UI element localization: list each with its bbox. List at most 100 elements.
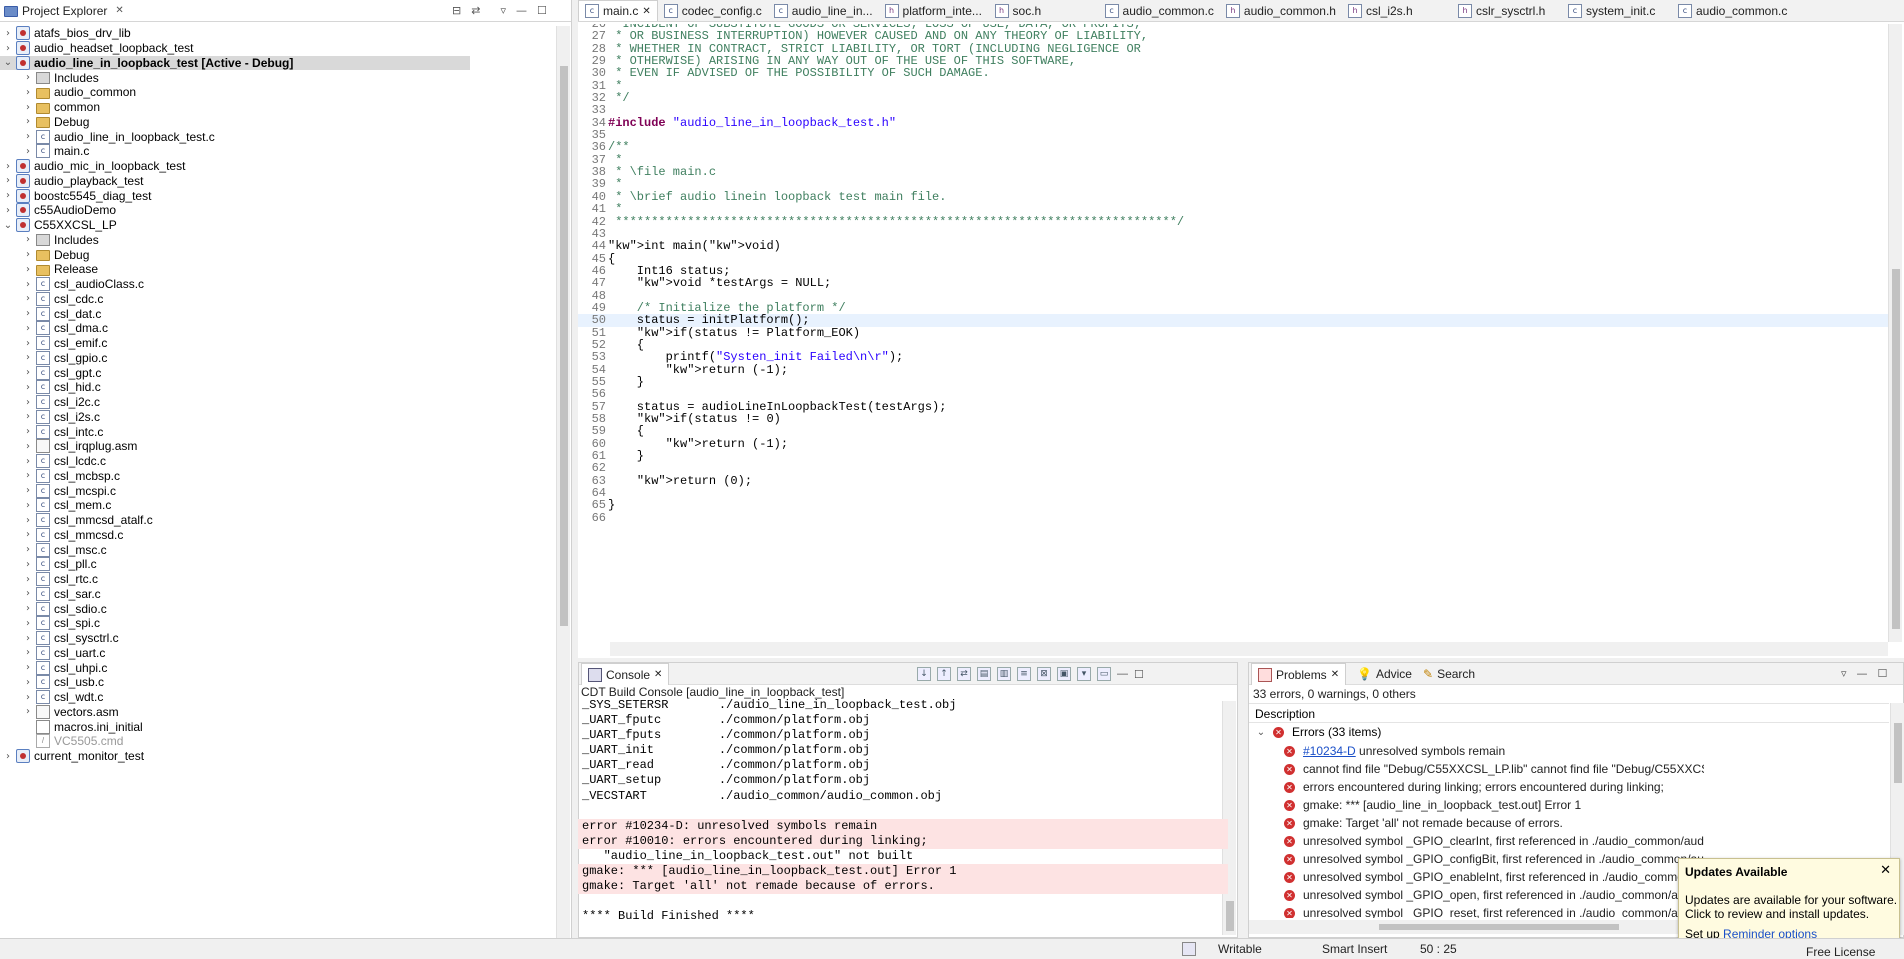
chevron-right-icon[interactable]: ›: [20, 338, 36, 349]
maximize-icon[interactable]: ☐: [1134, 668, 1144, 681]
tab-project-explorer[interactable]: Project Explorer ✕: [0, 0, 130, 21]
problems-column-header[interactable]: Description: [1249, 703, 1889, 723]
chevron-right-icon[interactable]: ›: [20, 574, 36, 585]
scroll-lock-icon[interactable]: ▥: [997, 667, 1011, 681]
tree-item[interactable]: › c csl_mmcsd.c: [0, 527, 470, 543]
chevron-right-icon[interactable]: ›: [20, 411, 36, 422]
tree-item[interactable]: › c csl_mem.c: [0, 498, 470, 513]
chevron-right-icon[interactable]: ›: [20, 131, 36, 142]
editor-hscrollbar[interactable]: [610, 642, 1888, 656]
arrow-down-icon[interactable]: ↓: [917, 667, 931, 681]
tree-item[interactable]: › audio_mic_in_loopback_test: [0, 159, 470, 174]
tree-item[interactable]: › vectors.asm: [0, 704, 470, 720]
code-editor[interactable]: 26 * INCIDENT OF SUBSTITUTE GOODS OR SERV…: [578, 24, 1888, 642]
tree-item[interactable]: › c csl_dma.c: [0, 321, 470, 336]
close-icon[interactable]: ✕: [1331, 669, 1339, 680]
errors-group[interactable]: ⌄ ✕ Errors (33 items): [1249, 723, 1889, 741]
problem-item[interactable]: ✕ #10234-D unresolved symbols remain: [1284, 742, 1704, 760]
tree-item[interactable]: / VC5505.cmd: [0, 734, 470, 749]
editor-tab[interactable]: c codec_config.c: [658, 0, 768, 21]
chevron-right-icon[interactable]: ›: [20, 515, 36, 526]
maximize-icon[interactable]: ☐: [1878, 667, 1888, 680]
editor-tab[interactable]: c system_init.c: [1562, 0, 1672, 21]
tree-item[interactable]: › c csl_pll.c: [0, 557, 470, 572]
close-icon[interactable]: ✕: [115, 5, 123, 16]
open-console-icon[interactable]: ▾: [1077, 667, 1091, 681]
editor-tab[interactable]: h csl_i2s.h: [1342, 0, 1452, 21]
chevron-right-icon[interactable]: ›: [20, 323, 36, 334]
updates-notification[interactable]: Updates Available ✕ Updates are availabl…: [1678, 858, 1900, 942]
tab-search[interactable]: ✎ Search: [1417, 663, 1481, 685]
editor-tab[interactable]: h cslr_sysctrl.h: [1452, 0, 1562, 21]
chevron-right-icon[interactable]: ›: [20, 397, 36, 408]
tree-item[interactable]: ⌄ audio_line_in_loopback_test [Active - D…: [0, 55, 470, 71]
tree-item[interactable]: › c csl_uhpi.c: [0, 660, 470, 675]
tab-console[interactable]: Console ✕: [581, 663, 670, 685]
chevron-right-icon[interactable]: ›: [20, 485, 36, 496]
tree-item[interactable]: › audio_common: [0, 85, 470, 100]
chevron-right-icon[interactable]: ›: [20, 116, 36, 127]
word-wrap-icon[interactable]: ≡: [1017, 667, 1031, 681]
chevron-right-icon[interactable]: ›: [20, 382, 36, 393]
tree-item[interactable]: › c csl_intc.c: [0, 424, 470, 439]
chevron-right-icon[interactable]: ›: [0, 43, 16, 54]
tree-item[interactable]: › current_monitor_test: [0, 749, 470, 764]
tree-item[interactable]: › c csl_wdt.c: [0, 690, 470, 705]
error-code-link[interactable]: #10234-D: [1303, 744, 1356, 758]
tree-item[interactable]: › c csl_mcbsp.c: [0, 468, 470, 484]
problem-item[interactable]: ✕ gmake: *** [audio_line_in_loopback_test…: [1284, 796, 1704, 814]
minimize-icon[interactable]: —: [1117, 668, 1128, 680]
tree-item[interactable]: › boostc5545_diag_test: [0, 188, 470, 203]
editor-scrollbar[interactable]: [1888, 24, 1902, 642]
tree-item[interactable]: › Release: [0, 262, 470, 277]
chevron-right-icon[interactable]: ›: [20, 559, 36, 570]
tree-item[interactable]: › atafs_bios_drv_lib: [0, 26, 470, 41]
tree-item[interactable]: › audio_headset_loopback_test: [0, 41, 470, 56]
explorer-scrollbar[interactable]: [556, 26, 570, 938]
problem-item[interactable]: ✕ unresolved symbol _GPIO_reset, first re…: [1284, 904, 1704, 918]
tree-item[interactable]: › c csl_i2c.c: [0, 395, 470, 410]
editor-scroll-thumb[interactable]: [1892, 269, 1900, 629]
chevron-down-icon[interactable]: ⌄: [1253, 727, 1269, 738]
problem-item[interactable]: ✕ unresolved symbol _GPIO_enableInt, firs…: [1284, 868, 1704, 886]
tree-item[interactable]: › c csl_hid.c: [0, 380, 470, 395]
tree-item[interactable]: ⌄ C55XXCSL_LP: [0, 218, 470, 233]
chevron-right-icon[interactable]: ›: [20, 72, 36, 83]
tab-advice[interactable]: 💡 Advice: [1351, 663, 1418, 685]
tree-item[interactable]: › c main.c: [0, 144, 470, 159]
tree-item[interactable]: › c csl_i2s.c: [0, 409, 470, 425]
editor-tab[interactable]: c audio_common.c: [1672, 0, 1793, 21]
tree-item[interactable]: › Debug: [0, 115, 470, 130]
tree-item[interactable]: › c csl_gpio.c: [0, 350, 470, 366]
tree-item[interactable]: macros.ini_initial: [0, 719, 470, 734]
chevron-right-icon[interactable]: ›: [20, 588, 36, 599]
chevron-right-icon[interactable]: ›: [20, 633, 36, 644]
chevron-right-icon[interactable]: ›: [20, 706, 36, 717]
problem-item[interactable]: ✕ errors encountered during linking; erro…: [1284, 778, 1704, 796]
chevron-right-icon[interactable]: ›: [20, 692, 36, 703]
problem-item[interactable]: ✕ gmake: Target 'all' not remade because …: [1284, 814, 1704, 832]
link-icon[interactable]: ⇄: [957, 667, 971, 681]
chevron-right-icon[interactable]: ›: [20, 234, 36, 245]
chevron-right-icon[interactable]: ›: [20, 87, 36, 98]
chevron-right-icon[interactable]: ›: [20, 146, 36, 157]
tree-item[interactable]: › c csl_uart.c: [0, 645, 470, 661]
chevron-right-icon[interactable]: ›: [20, 426, 36, 437]
tree-item[interactable]: › c csl_lcdc.c: [0, 454, 470, 469]
tree-item[interactable]: › c csl_dat.c: [0, 306, 470, 321]
chevron-right-icon[interactable]: ›: [20, 264, 36, 275]
status-icon[interactable]: [1182, 942, 1196, 956]
editor-tab[interactable]: h audio_common.h: [1220, 0, 1342, 21]
problems-scroll-thumb[interactable]: [1894, 723, 1902, 783]
chevron-right-icon[interactable]: ›: [20, 249, 36, 260]
tree-item[interactable]: › common: [0, 100, 470, 115]
editor-tab[interactable]: c audio_line_in...: [768, 0, 879, 21]
close-icon[interactable]: ✕: [654, 669, 662, 680]
chevron-right-icon[interactable]: ›: [0, 175, 16, 186]
chevron-right-icon[interactable]: ›: [20, 529, 36, 540]
chevron-right-icon[interactable]: ›: [20, 279, 36, 290]
tree-item[interactable]: › c csl_cdc.c: [0, 291, 470, 307]
tree-item[interactable]: › c csl_sar.c: [0, 586, 470, 602]
chevron-right-icon[interactable]: ›: [20, 618, 36, 629]
tree-item[interactable]: › c csl_emif.c: [0, 336, 470, 351]
